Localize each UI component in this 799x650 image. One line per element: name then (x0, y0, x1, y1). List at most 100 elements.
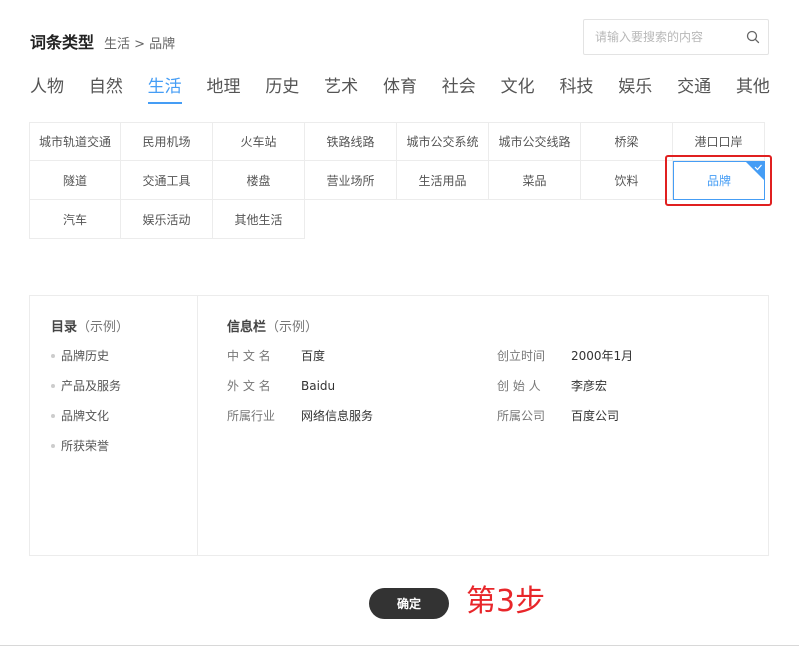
subcategory-label: 楼盘 (246, 173, 271, 188)
info-field-value: 网络信息服务 (301, 409, 374, 423)
subcategory-item[interactable]: 汽车 (29, 200, 121, 239)
toc-item: 品牌历史 (51, 347, 197, 377)
info-fields: 中 文 名 百度 创立时间 2000年1月外 文 名 Baidu 创 始 人 李彦宏所属行业… (227, 347, 768, 425)
subcategory-item[interactable]: 菜品 (489, 161, 581, 200)
tab-3[interactable]: 地理 (206, 76, 240, 104)
info-field: 创 始 人 李彦宏 (497, 377, 767, 395)
breadcrumb: 生活 > 品牌 (104, 37, 176, 52)
tab-9[interactable]: 科技 (559, 76, 593, 104)
search-input[interactable] (584, 20, 738, 54)
info-field-key: 外 文 名 (227, 379, 271, 393)
subcategory-label: 品牌 (706, 174, 731, 188)
toc-item-label: 产品及服务 (61, 379, 122, 393)
step-annotation: 第3步 (466, 584, 546, 619)
subcategory-label: 港口口岸 (694, 135, 743, 149)
toc-item: 产品及服务 (51, 377, 197, 407)
subcategory-item[interactable]: 火车站 (213, 122, 305, 161)
info-field: 中 文 名 百度 (227, 347, 497, 365)
tab-12[interactable]: 其他 (736, 76, 770, 104)
page-title: 词条类型 (30, 33, 95, 52)
page-header: 词条类型 生活 > 品牌 (30, 29, 176, 52)
info-field-key: 中 文 名 (227, 349, 271, 363)
search-icon[interactable] (738, 20, 768, 54)
tab-5[interactable]: 艺术 (324, 76, 358, 104)
subcategory-item[interactable]: 城市轨道交通 (29, 122, 121, 161)
info-field-key: 创 始 人 (497, 379, 541, 393)
category-tabs: 人物 自然 生活 地理 历史 艺术 体育 社会 文化 科技 娱乐 交通 其他 (30, 76, 770, 104)
subcategory-row: 汽车 娱乐活动 其他生活 (29, 200, 769, 239)
toc-item: 所获荣誉 (51, 437, 197, 467)
tab-6[interactable]: 体育 (383, 76, 417, 104)
subcategory-item[interactable]: 品牌 (673, 161, 765, 200)
info-field-value: 百度 (301, 349, 326, 363)
bullet-icon (51, 414, 55, 418)
info-field: 创立时间 2000年1月 (497, 347, 767, 365)
tab-4[interactable]: 历史 (265, 76, 299, 104)
subcategory-item[interactable]: 娱乐活动 (121, 200, 213, 239)
subcategory-item[interactable]: 港口口岸 (673, 122, 765, 161)
tab-1[interactable]: 自然 (89, 76, 123, 104)
subcategory-item[interactable]: 城市公交线路 (489, 122, 581, 161)
subcategory-label: 营业场所 (326, 173, 375, 188)
subcategory-label: 城市公交线路 (498, 135, 571, 149)
toc-item-label: 所获荣誉 (61, 439, 110, 453)
bullet-icon (51, 354, 55, 358)
toc-item-label: 品牌文化 (61, 409, 110, 423)
tab-8[interactable]: 文化 (501, 76, 535, 104)
info-field-value: Baidu (301, 379, 336, 393)
subcategory-label: 汽车 (62, 212, 87, 227)
subcategory-label: 民用机场 (142, 135, 191, 149)
bullet-icon (51, 384, 55, 388)
info-title: 信息栏（示例） (227, 320, 319, 335)
preview-panel: 目录（示例） 品牌历史 产品及服务 品牌文化 所获荣誉 信息栏（示例） 中 文 名百度… (29, 295, 769, 556)
tab-0[interactable]: 人物 (30, 76, 64, 104)
subcategory-item[interactable]: 交通工具 (121, 161, 213, 200)
tab-2[interactable]: 生活 (147, 76, 182, 104)
subcategory-label: 其他生活 (234, 212, 283, 227)
subcategory-grid: 城市轨道交通 民用机场 火车站 铁路线路 城市公交系统 城市公交线路 桥梁 港口口岸隧道 交通工… (29, 122, 769, 239)
subcategory-item[interactable]: 营业场所 (305, 161, 397, 200)
bullet-icon (51, 444, 55, 448)
info-field: 所属公司 百度公司 (497, 407, 767, 425)
info-field-key: 所属行业 (227, 409, 276, 423)
checkmark-icon (754, 164, 762, 171)
confirm-button[interactable]: 确定 (369, 588, 449, 619)
toc-title: 目录（示例） (51, 320, 130, 335)
subcategory-label: 娱乐活动 (142, 212, 191, 227)
info-field-key: 所属公司 (497, 409, 546, 423)
subcategory-row: 城市轨道交通 民用机场 火车站 铁路线路 城市公交系统 城市公交线路 桥梁 港口口岸 (29, 122, 769, 161)
subcategory-item[interactable]: 民用机场 (121, 122, 213, 161)
subcategory-label: 菜品 (522, 173, 547, 188)
subcategory-item[interactable]: 桥梁 (581, 122, 673, 161)
info-field-value: 李彦宏 (571, 379, 608, 393)
subcategory-label: 生活用品 (418, 173, 467, 188)
toc-item: 品牌文化 (51, 407, 197, 437)
toc-section: 目录（示例） 品牌历史产品及服务品牌文化所获荣誉 (30, 296, 198, 555)
info-field: 外 文 名 Baidu (227, 377, 497, 395)
subcategory-item[interactable]: 铁路线路 (305, 122, 397, 161)
subcategory-item[interactable]: 其他生活 (213, 200, 305, 239)
info-field-key: 创立时间 (497, 349, 546, 363)
info-field-value: 百度公司 (571, 409, 620, 423)
tab-7[interactable]: 社会 (442, 76, 476, 104)
subcategory-item[interactable]: 饮料 (581, 161, 673, 200)
subcategory-label: 隧道 (62, 173, 87, 188)
tab-11[interactable]: 交通 (677, 76, 711, 104)
toc-item-label: 品牌历史 (61, 349, 110, 363)
toc-list: 品牌历史产品及服务品牌文化所获荣誉 (51, 347, 197, 467)
subcategory-item[interactable]: 生活用品 (397, 161, 489, 200)
subcategory-label: 饮料 (614, 173, 639, 188)
subcategory-label: 城市轨道交通 (38, 135, 111, 149)
subcategory-label: 交通工具 (142, 173, 191, 188)
subcategory-label: 火车站 (240, 135, 277, 149)
info-field: 所属行业 网络信息服务 (227, 407, 497, 425)
subcategory-row: 隧道 交通工具 楼盘 营业场所 生活用品 菜品 饮料 品牌 (29, 161, 769, 200)
subcategory-item[interactable]: 城市公交系统 (397, 122, 489, 161)
search-box (583, 19, 769, 55)
subcategory-item[interactable]: 楼盘 (213, 161, 305, 200)
tab-10[interactable]: 娱乐 (618, 76, 652, 104)
divider (0, 645, 799, 646)
subcategory-label: 铁路线路 (326, 135, 375, 149)
subcategory-label: 桥梁 (614, 135, 639, 149)
subcategory-item[interactable]: 隧道 (29, 161, 121, 200)
